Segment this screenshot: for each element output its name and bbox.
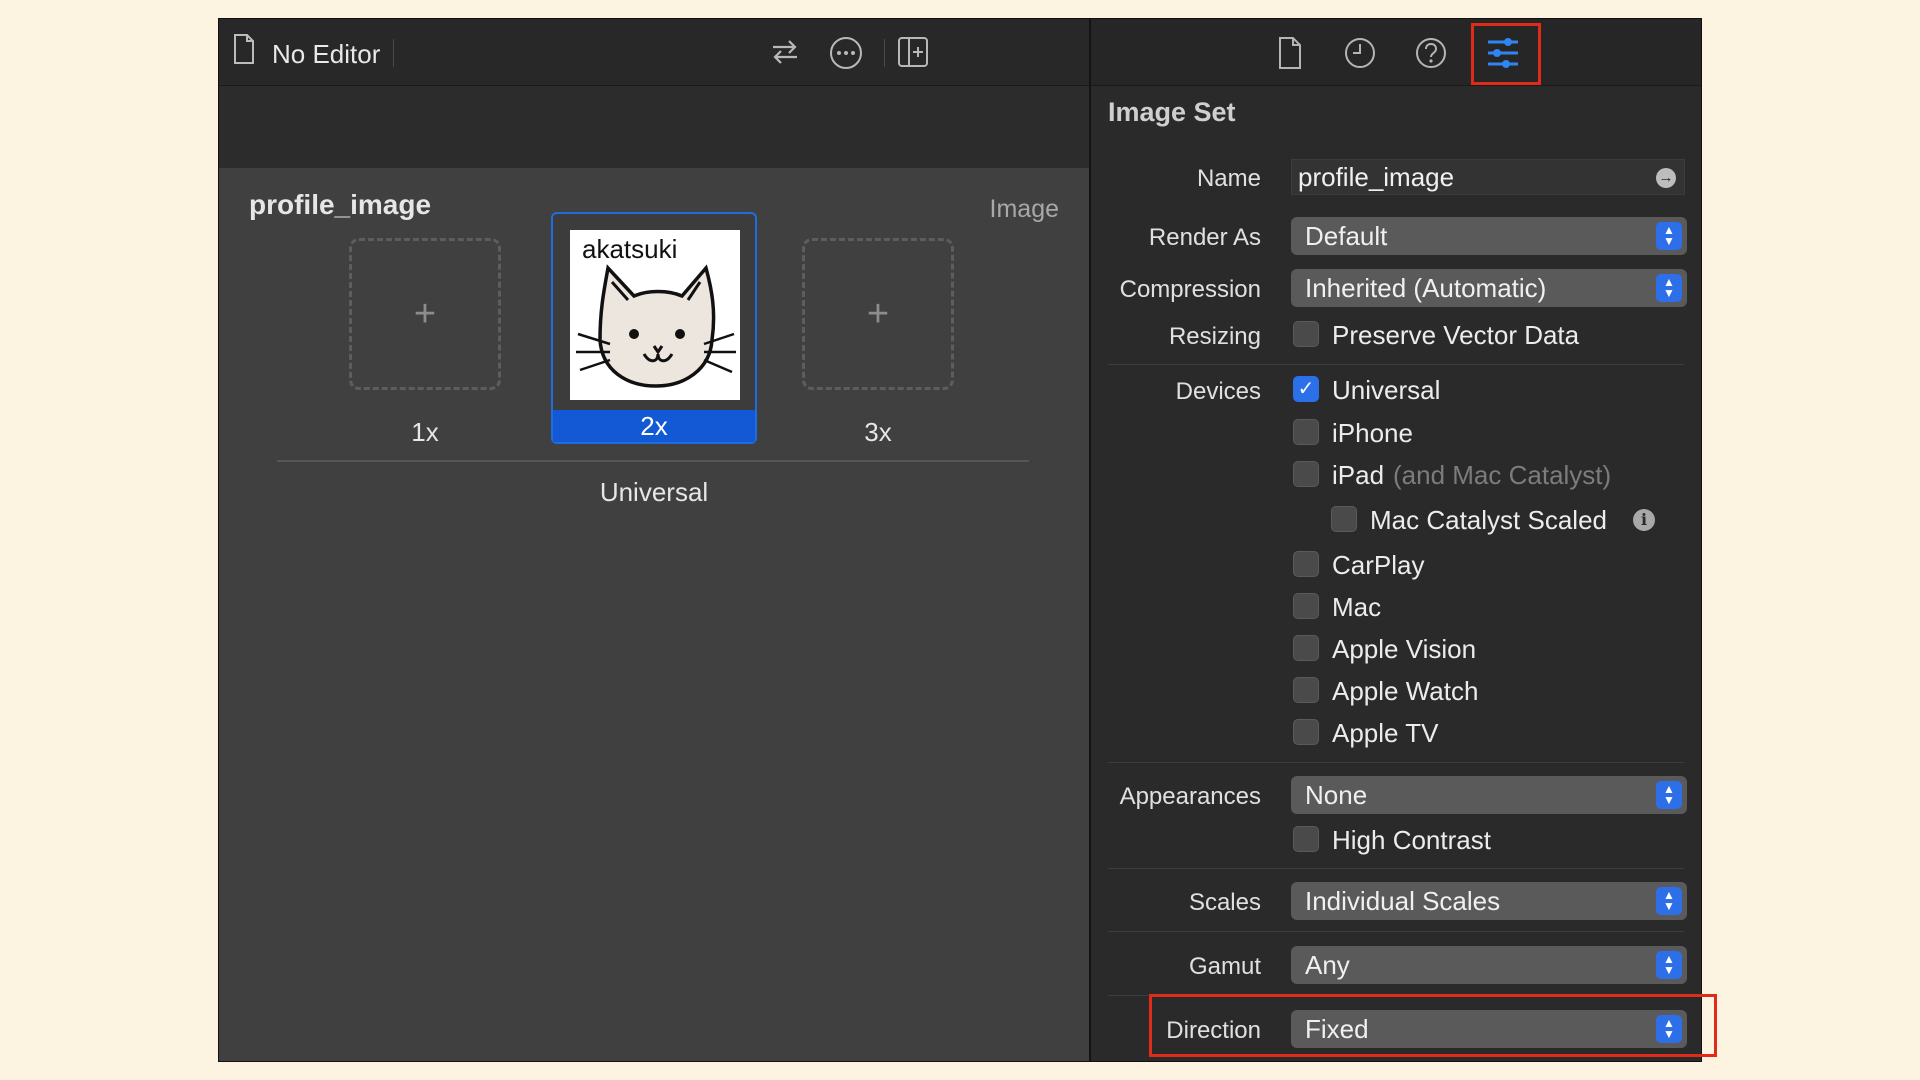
mac-catalyst-scaled-checkbox[interactable]: [1331, 506, 1357, 532]
info-icon[interactable]: i: [1633, 509, 1655, 531]
editor-toolbar: No Editor: [219, 19, 1089, 86]
history-icon[interactable]: [1340, 33, 1380, 73]
go-arrow-icon[interactable]: →: [1656, 168, 1676, 188]
chevron-updown-icon: ▲ ▼: [1656, 274, 1682, 302]
apple-vision-label: Apple Vision: [1332, 634, 1477, 664]
apple-vision-checkbox[interactable]: [1293, 635, 1319, 661]
compression-popup[interactable]: Inherited (Automatic) ▲ ▼: [1291, 269, 1687, 307]
apple-watch-label: Apple Watch: [1332, 676, 1479, 706]
gamut-value: Any: [1305, 950, 1350, 980]
toolbar-separator: [884, 39, 885, 67]
direction-highlight-box: [1149, 994, 1717, 1057]
scales-popup[interactable]: Individual Scales ▲ ▼: [1291, 882, 1687, 920]
help-icon[interactable]: [1411, 33, 1451, 73]
chevron-updown-icon: ▲ ▼: [1656, 887, 1682, 915]
slot-3x[interactable]: +: [802, 238, 954, 390]
name-field[interactable]: profile_image →: [1291, 159, 1685, 195]
plus-icon: +: [413, 293, 437, 335]
appearances-popup[interactable]: None ▲ ▼: [1291, 776, 1687, 814]
inspector-tabs: [1091, 19, 1701, 86]
separator: [1108, 364, 1684, 365]
devices-label: Devices: [1175, 378, 1261, 405]
group-label: Universal: [599, 477, 709, 507]
group-divider: [277, 460, 1029, 462]
iphone-checkbox[interactable]: [1293, 419, 1319, 445]
chevron-updown-icon: ▲ ▼: [1656, 222, 1682, 250]
swap-arrows-icon[interactable]: [769, 36, 801, 73]
render-as-label: Render As: [1148, 224, 1261, 251]
universal-label: Universal: [1332, 375, 1441, 405]
render-as-popup[interactable]: Default ▲ ▼: [1291, 217, 1687, 255]
scales-label: Scales: [1188, 889, 1261, 916]
document-icon: [233, 34, 255, 69]
render-as-value: Default: [1305, 221, 1388, 251]
chevron-updown-icon: ▲ ▼: [1656, 951, 1682, 979]
slot-label-3x: 3x: [864, 417, 892, 447]
asset-name: profile_image: [249, 189, 432, 220]
cat-image: akatsuki: [570, 230, 740, 400]
more-options-icon[interactable]: [829, 36, 863, 75]
section-title: Image Set: [1108, 97, 1236, 127]
name-label: Name: [1196, 165, 1261, 192]
preserve-vector-label: Preserve Vector Data: [1332, 320, 1580, 350]
ipad-label: iPad: [1332, 460, 1385, 490]
universal-checkbox[interactable]: ✓: [1293, 376, 1319, 402]
appearances-label: Appearances: [1119, 783, 1261, 810]
separator: [1108, 762, 1684, 763]
image-text: akatsuki: [582, 234, 677, 264]
carplay-checkbox[interactable]: [1293, 551, 1319, 577]
carplay-label: CarPlay: [1332, 550, 1425, 580]
add-editor-icon[interactable]: [897, 36, 929, 73]
highlight-box: [1471, 23, 1541, 85]
apple-tv-checkbox[interactable]: [1293, 719, 1319, 745]
file-inspector-icon[interactable]: [1270, 33, 1310, 73]
compression-label: Compression: [1119, 276, 1261, 303]
appearances-value: None: [1305, 780, 1368, 810]
resizing-label: Resizing: [1168, 323, 1261, 350]
high-contrast-checkbox[interactable]: [1293, 826, 1319, 852]
slot-2x[interactable]: akatsuki 2x: [551, 212, 757, 444]
ipad-suffix: (and Mac Catalyst): [1393, 460, 1612, 490]
slot-label-1x: 1x: [411, 417, 439, 447]
mac-catalyst-scaled-label: Mac Catalyst Scaled: [1370, 505, 1607, 535]
attributes-inspector: Image Set Name profile_image → Render As…: [1091, 19, 1701, 1061]
gamut-popup[interactable]: Any ▲ ▼: [1291, 946, 1687, 984]
gamut-label: Gamut: [1188, 953, 1261, 980]
compression-value: Inherited (Automatic): [1305, 273, 1547, 303]
chevron-updown-icon: ▲ ▼: [1656, 781, 1682, 809]
plus-icon: +: [866, 293, 890, 335]
xcode-window: No Editor profile_image Image + 1x akats…: [218, 18, 1702, 1062]
asset-type: Image: [989, 195, 1059, 223]
slot-label-2x: 2x: [553, 410, 755, 442]
iphone-label: iPhone: [1332, 418, 1413, 448]
scales-value: Individual Scales: [1305, 886, 1501, 916]
ipad-checkbox[interactable]: [1293, 461, 1319, 487]
asset-editor: No Editor profile_image Image + 1x akats…: [219, 19, 1089, 1061]
preserve-vector-checkbox[interactable]: [1293, 321, 1319, 347]
toolbar-separator: [393, 39, 394, 67]
mac-label: Mac: [1332, 592, 1382, 622]
high-contrast-label: High Contrast: [1332, 825, 1491, 855]
separator: [1108, 868, 1684, 869]
slot-1x[interactable]: +: [349, 238, 501, 390]
mac-checkbox[interactable]: [1293, 593, 1319, 619]
apple-watch-checkbox[interactable]: [1293, 677, 1319, 703]
separator: [1108, 931, 1684, 932]
editor-title: No Editor: [272, 39, 381, 69]
name-value: profile_image: [1298, 162, 1455, 192]
apple-tv-label: Apple TV: [1332, 718, 1439, 748]
editor-header-band: [219, 86, 1089, 168]
